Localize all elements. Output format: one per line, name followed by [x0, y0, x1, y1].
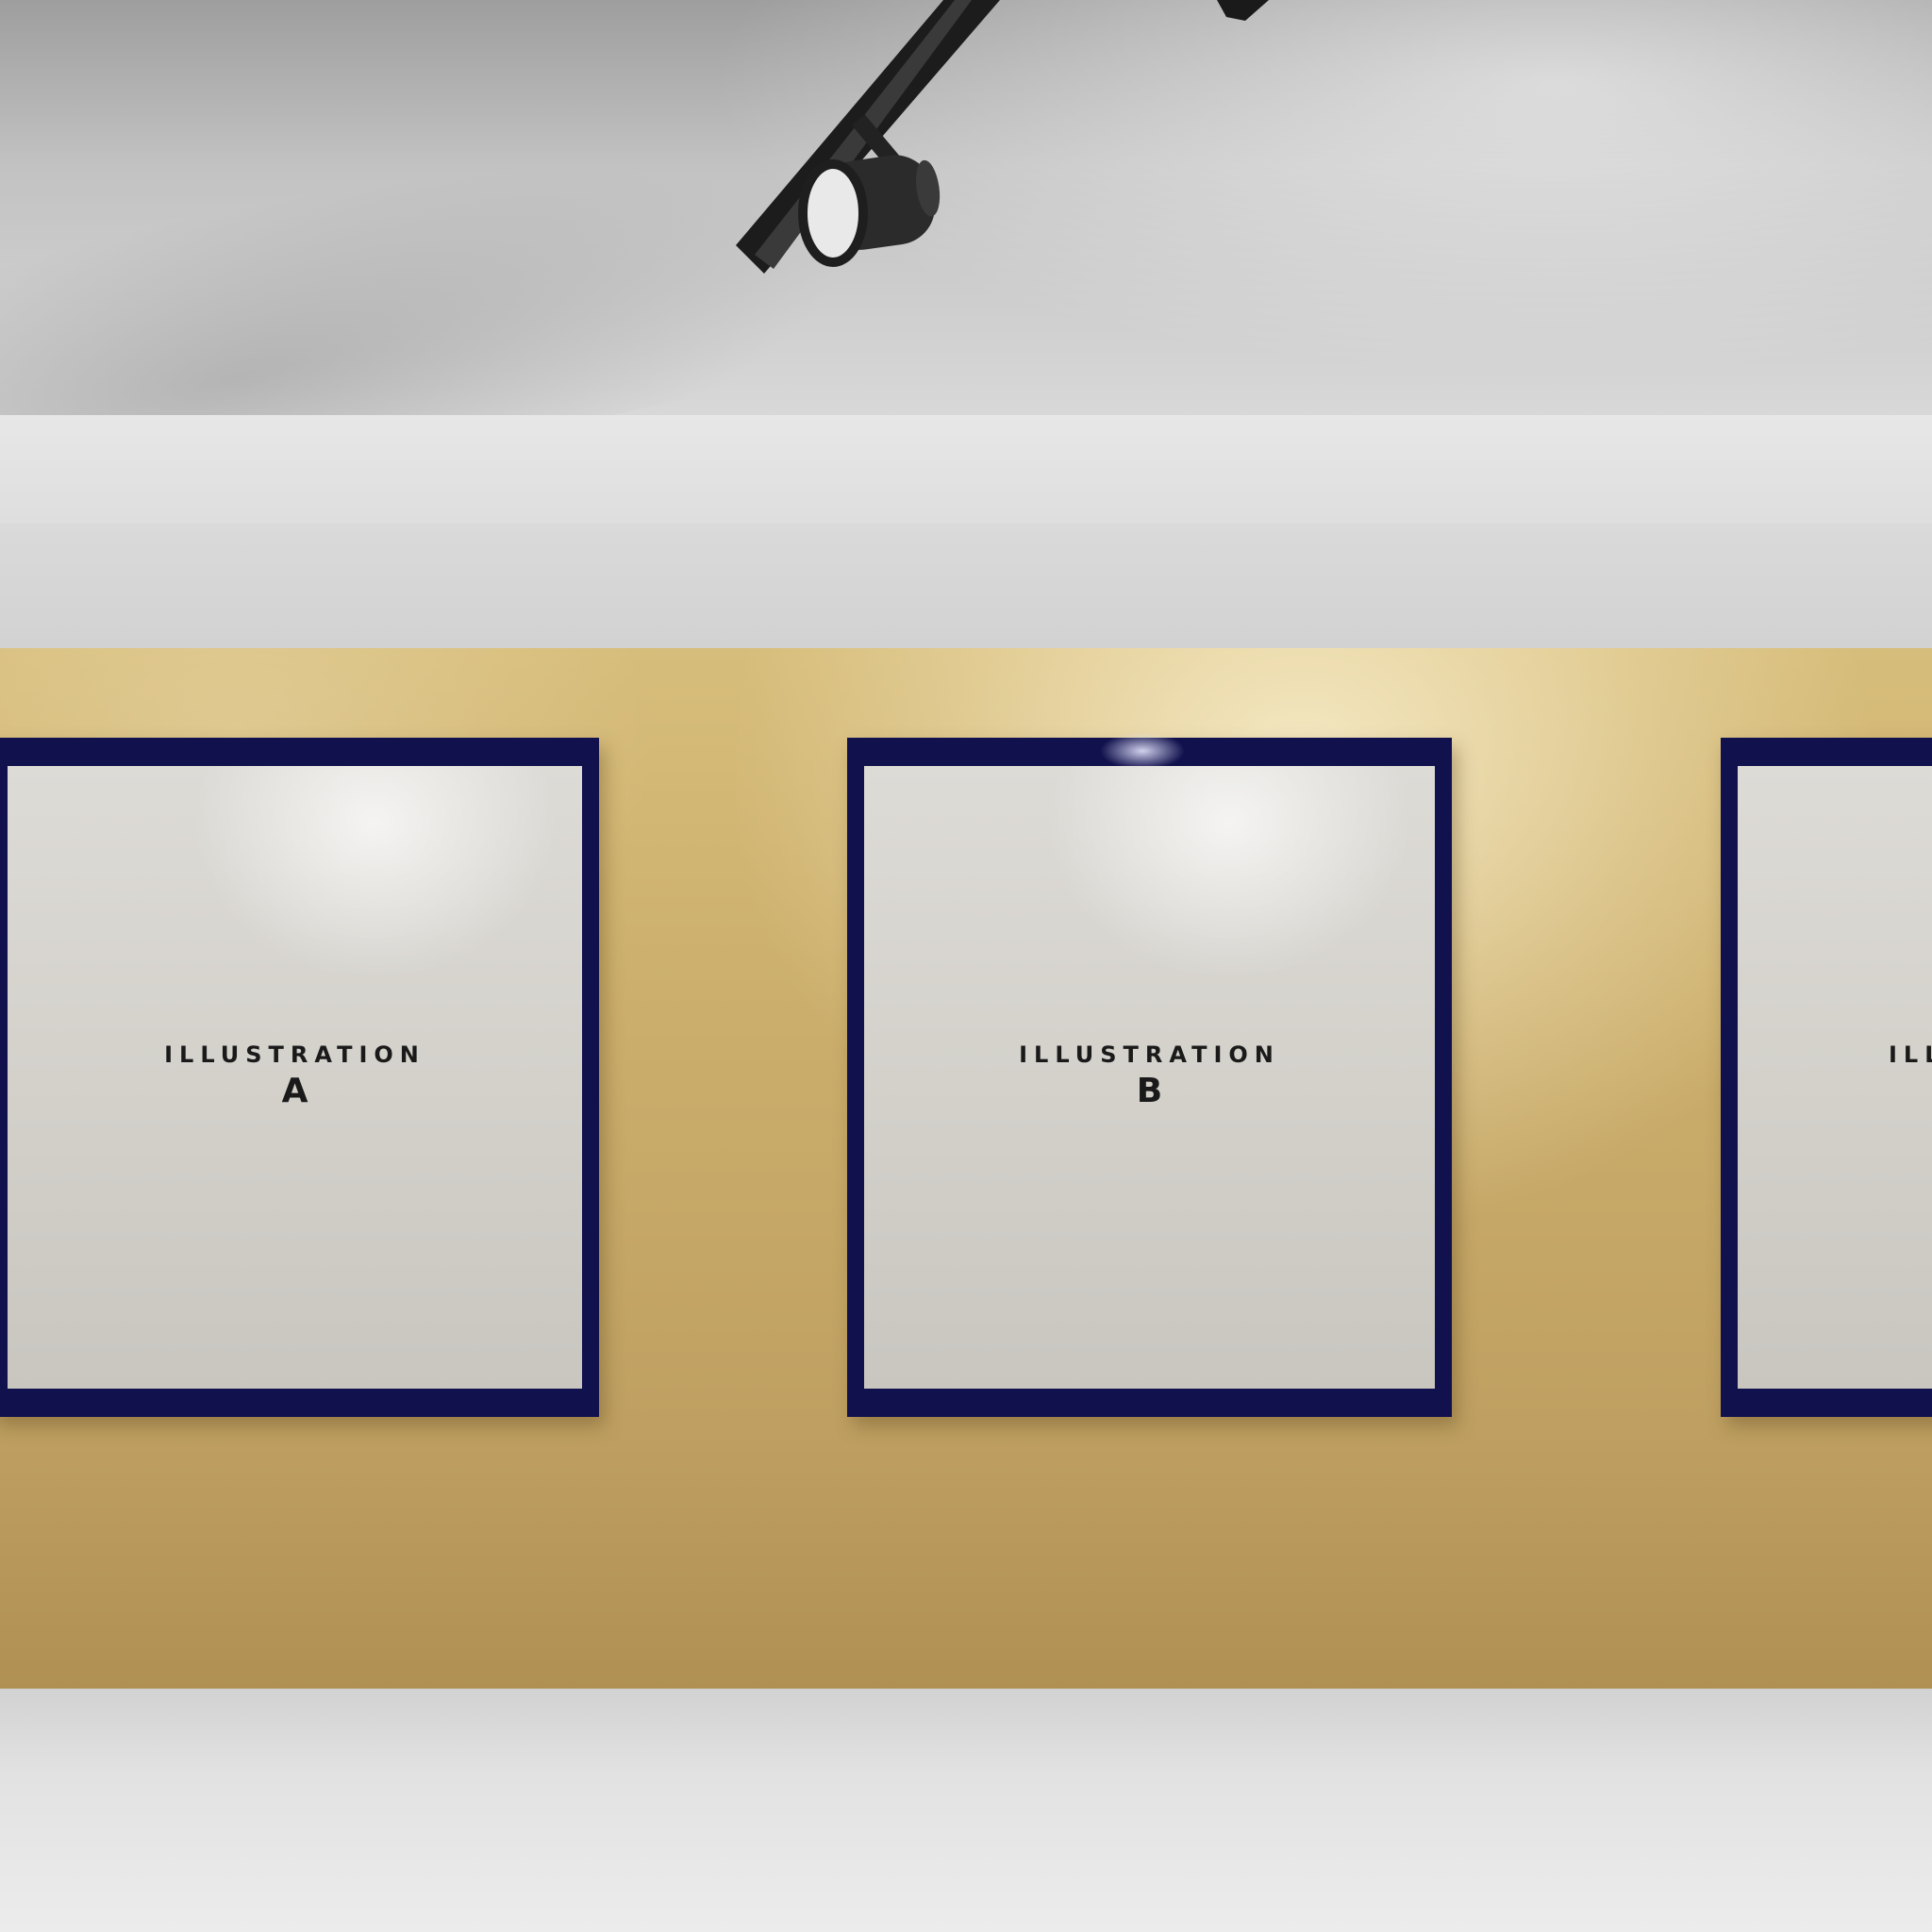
frame-c: ILL [1721, 738, 1932, 1417]
track-light-icon [736, 0, 1269, 274]
frame-c-mat: ILL [1738, 766, 1932, 1389]
frame-b-mat: ILLUSTRATION B [864, 766, 1435, 1389]
frame-a-label-letter: A [281, 1072, 308, 1110]
frame-a-label: ILLUSTRATION A [8, 1041, 582, 1110]
frame-shine [1100, 732, 1185, 770]
soffit-front [0, 524, 1932, 648]
ceiling [0, 0, 1932, 415]
frame-a: ILLUSTRATION A [0, 738, 599, 1417]
mat-glare [1030, 766, 1427, 992]
second-fixture-stub [1217, 0, 1269, 21]
frame-c-label-word: ILL [1889, 1041, 1932, 1068]
marble-floor [0, 1689, 1932, 1932]
soffit-top [0, 415, 1932, 524]
gallery-scene: ILLUSTRATION A ILLUSTRATION B ILL [0, 0, 1932, 1932]
frame-b: ILLUSTRATION B [847, 732, 1452, 1417]
lamp-lens [798, 159, 868, 267]
frame-b-label-word: ILLUSTRATION [1019, 1041, 1280, 1068]
frame-a-mat: ILLUSTRATION A [8, 766, 582, 1389]
frame-b-label: ILLUSTRATION B [864, 1041, 1435, 1110]
frame-b-label-letter: B [1136, 1072, 1163, 1110]
mat-glare [175, 766, 573, 992]
frame-c-label: ILL [1889, 1041, 1932, 1068]
frame-a-label-word: ILLUSTRATION [164, 1041, 425, 1068]
